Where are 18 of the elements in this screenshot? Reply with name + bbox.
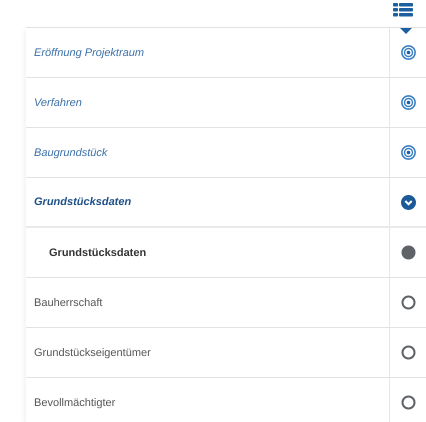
empty-circle-icon [400, 345, 416, 360]
empty-circle-icon [400, 395, 416, 410]
step-label[interactable]: Eröffnung Projektraum [34, 46, 144, 58]
step-label[interactable]: Baugrundstück [34, 146, 108, 158]
step-label[interactable]: Grundstücksdaten [34, 196, 132, 208]
target-icon [400, 145, 416, 160]
chevron-down-icon[interactable] [400, 194, 416, 210]
empty-circle-icon [400, 295, 416, 310]
step-label[interactable]: Verfahren [34, 96, 82, 108]
step-label[interactable]: Grundstücksdaten [34, 246, 146, 258]
step-label[interactable]: Grundstückseigentümer [34, 346, 151, 358]
target-icon [400, 95, 416, 110]
step-label[interactable]: Bevollmächtigter [34, 396, 116, 408]
filled-dot-icon [400, 245, 416, 260]
step-label[interactable]: Bauherrschaft [34, 296, 102, 308]
list-view-icon[interactable] [393, 3, 413, 17]
target-icon [400, 45, 416, 60]
caret-icon [400, 28, 412, 34]
